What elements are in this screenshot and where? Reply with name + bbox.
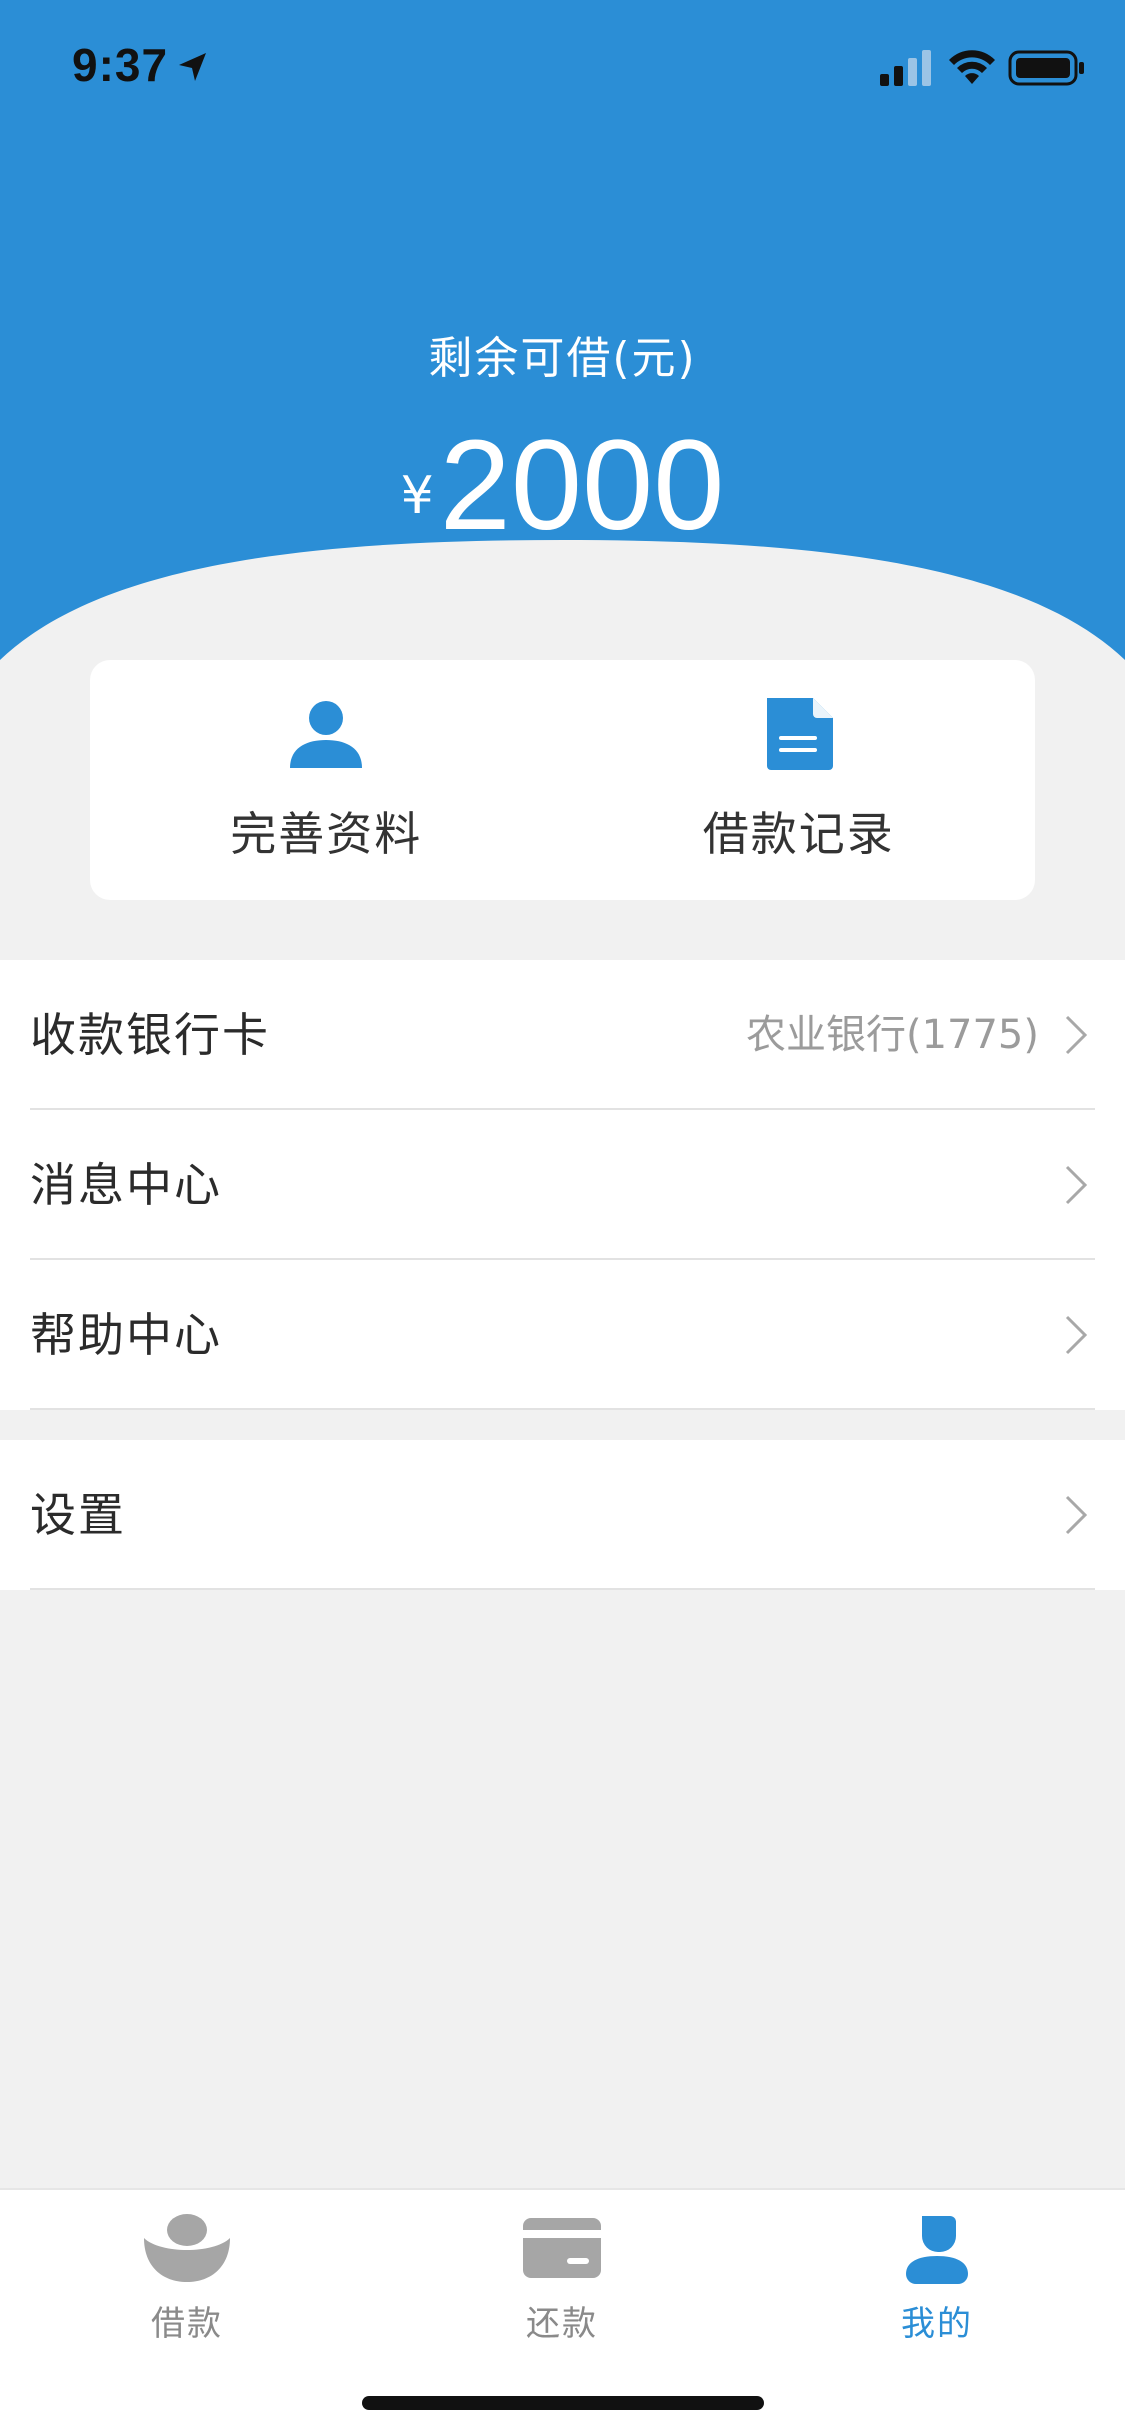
cellular-signal-icon (880, 50, 931, 86)
available-credit-label: 剩余可借(元) (428, 333, 697, 384)
tab-borrow[interactable]: 借款 (62, 2208, 312, 2358)
tab-mine[interactable]: 我的 (812, 2208, 1062, 2358)
account-menu: 收款银行卡 农业银行(1775) 消息中心 帮助中心 (0, 960, 1125, 1410)
person-icon (290, 701, 363, 768)
settings-row[interactable]: 设置 (0, 1440, 1125, 1590)
home-indicator (362, 2396, 764, 2410)
settings-menu: 设置 (0, 1440, 1125, 1590)
battery-icon (1008, 50, 1084, 86)
header: 9:37 剩余可借(元) ¥2000 (0, 0, 1125, 680)
status-time: 9:37 (72, 39, 169, 91)
tab-repay[interactable]: 还款 (437, 2208, 687, 2358)
chevron-right-icon (1065, 1015, 1088, 1055)
profile-screen: 9:37 剩余可借(元) ¥2000 完善资料 借款记录 收款银行卡 农业银行(… (0, 0, 1125, 2436)
complete-profile-label: 完善资料 (230, 807, 423, 861)
tab-mine-label: 我的 (901, 2304, 973, 2344)
bank-card-label: 收款银行卡 (30, 1008, 270, 1062)
tab-repay-label: 还款 (526, 2304, 598, 2344)
currency-symbol: ¥ (400, 466, 434, 526)
divider (30, 1408, 1095, 1410)
loan-records-label: 借款记录 (702, 807, 895, 861)
amount-value: 2000 (439, 414, 725, 557)
help-center-row[interactable]: 帮助中心 (0, 1260, 1125, 1410)
chevron-right-icon (1065, 1165, 1088, 1205)
quick-actions-card: 完善资料 借款记录 (90, 660, 1035, 900)
settings-label: 设置 (30, 1488, 126, 1542)
message-center-label: 消息中心 (30, 1158, 222, 1212)
loan-records-button[interactable]: 借款记录 (563, 660, 1036, 900)
available-credit-amount: ¥2000 (0, 412, 1125, 559)
status-bar: 9:37 (0, 0, 1125, 140)
ingot-icon (144, 2214, 230, 2282)
wifi-icon (949, 50, 995, 84)
chevron-right-icon (1065, 1495, 1088, 1535)
divider (30, 1588, 1095, 1590)
bank-card-row[interactable]: 收款银行卡 农业银行(1775) (0, 960, 1125, 1110)
card-icon (523, 2218, 601, 2278)
complete-profile-button[interactable]: 完善资料 (90, 660, 563, 900)
chevron-right-icon (1065, 1315, 1088, 1355)
message-center-row[interactable]: 消息中心 (0, 1110, 1125, 1260)
document-icon (766, 698, 833, 770)
tab-borrow-label: 借款 (151, 2304, 223, 2344)
help-center-label: 帮助中心 (30, 1308, 222, 1362)
user-icon (906, 2216, 968, 2284)
location-arrow-icon (179, 53, 206, 81)
bank-card-value: 农业银行(1775) (745, 1012, 1039, 1058)
